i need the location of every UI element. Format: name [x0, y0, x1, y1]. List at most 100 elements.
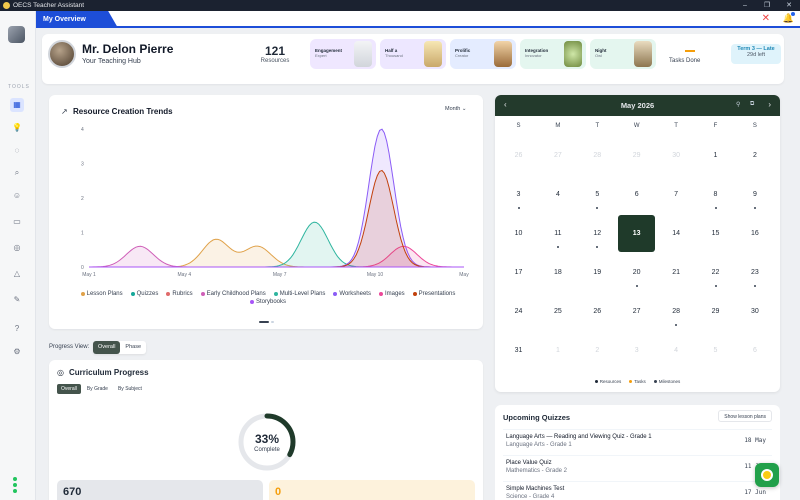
calendar-day[interactable]: 26: [578, 292, 617, 331]
calendar-day[interactable]: 11: [538, 214, 577, 253]
progress-view-toggle: Overall Phase: [93, 341, 147, 354]
calendar-day[interactable]: 4: [657, 331, 696, 370]
flask-icon[interactable]: △: [10, 267, 24, 281]
calendar-day[interactable]: 27: [538, 136, 577, 175]
legend-item[interactable]: Lesson Plans: [80, 291, 123, 297]
legend-item[interactable]: Quizzes: [130, 291, 158, 297]
calendar-day[interactable]: 14: [657, 214, 696, 253]
target-icon[interactable]: ◎: [10, 241, 24, 255]
calendar-day[interactable]: 4: [538, 175, 577, 214]
legend-page-active[interactable]: [259, 321, 269, 323]
badge-prolific-creator[interactable]: Prolific Creator: [450, 39, 516, 69]
series-line: [89, 128, 464, 268]
settings-icon[interactable]: ⚙: [10, 345, 24, 359]
chevron-right-icon[interactable]: ›: [768, 100, 771, 109]
tab-by-grade[interactable]: By Grade: [83, 384, 112, 394]
calendar-day[interactable]: 6: [735, 331, 774, 370]
calendar-day[interactable]: 27: [617, 292, 656, 331]
close-tab-icon[interactable]: ✕: [762, 13, 770, 24]
badge-night-owl[interactable]: Night Owl: [590, 39, 656, 69]
calendar-day[interactable]: 12: [578, 214, 617, 253]
calendar-day-number: 23: [750, 269, 759, 276]
calendar-day[interactable]: 31: [499, 331, 538, 370]
calendar-day[interactable]: 6: [617, 175, 656, 214]
close-window-icon[interactable]: ✕: [778, 0, 800, 11]
teacher-avatar: [48, 40, 76, 68]
calendar-day[interactable]: 25: [538, 292, 577, 331]
calendar-day[interactable]: 22: [696, 253, 735, 292]
calendar-day-today[interactable]: 13: [618, 215, 656, 252]
calendar-day[interactable]: 2: [578, 331, 617, 370]
calendar-day[interactable]: 30: [657, 136, 696, 175]
progress-view-overall[interactable]: Overall: [93, 341, 121, 354]
calendar-day[interactable]: 1: [696, 136, 735, 175]
calendar-day-number: 27: [553, 152, 562, 159]
tab-my-overview[interactable]: My Overview: [36, 11, 118, 28]
minimize-icon[interactable]: –: [734, 0, 756, 11]
calendar-day[interactable]: 8: [696, 175, 735, 214]
calendar-day[interactable]: 2: [735, 136, 774, 175]
show-lesson-plans-button[interactable]: Show lesson plans: [718, 410, 772, 422]
calendar-day[interactable]: 10: [499, 214, 538, 253]
calendar-day[interactable]: 16: [735, 214, 774, 253]
quiz-row[interactable]: Place Value Quiz Mathematics - Grade 2 1…: [503, 455, 772, 481]
calendar-day[interactable]: 21: [657, 253, 696, 292]
pencil-icon[interactable]: ✎: [10, 293, 24, 307]
legend-page[interactable]: [271, 321, 274, 323]
calendar-day[interactable]: 24: [499, 292, 538, 331]
legend-item[interactable]: Images: [378, 291, 405, 297]
calendar-day[interactable]: 5: [578, 175, 617, 214]
legend-item[interactable]: Storybooks: [249, 299, 286, 305]
calendar-day[interactable]: 20: [617, 253, 656, 292]
progress-view-phase[interactable]: Phase: [120, 341, 146, 354]
legend-swatch: [166, 292, 171, 296]
restore-icon[interactable]: ❐: [756, 0, 778, 11]
badge-half-a-thousand[interactable]: Half a Thousand: [380, 39, 446, 69]
badge-integration-innovator[interactable]: Integration Innovator: [520, 39, 586, 69]
lightbulb-icon[interactable]: ⚲: [736, 101, 740, 108]
tab-by-subject[interactable]: By Subject: [114, 384, 146, 394]
help-icon[interactable]: ?: [10, 322, 24, 336]
calendar-day[interactable]: 15: [696, 214, 735, 253]
calendar-day[interactable]: 23: [735, 253, 774, 292]
legend-item[interactable]: Early Childhood Plans: [200, 291, 266, 297]
lightbulb-icon[interactable]: 💡: [10, 121, 24, 135]
legend-item[interactable]: Multi-Level Plans: [273, 291, 325, 297]
term-status: Term 3 — Late 29d left: [731, 44, 781, 64]
legend-item[interactable]: Worksheets: [333, 291, 371, 297]
calendar-day[interactable]: 29: [617, 136, 656, 175]
calendar-day[interactable]: 5: [696, 331, 735, 370]
calendar-day[interactable]: 28: [578, 136, 617, 175]
user-icon[interactable]: ☺: [10, 189, 24, 203]
quiz-row[interactable]: Simple Machines Test Science - Grade 4 1…: [503, 481, 772, 500]
calendar-day[interactable]: 26: [499, 136, 538, 175]
calendar-day[interactable]: 7: [657, 175, 696, 214]
search-icon[interactable]: ⌕: [10, 166, 24, 180]
copy-icon[interactable]: ⧉: [750, 101, 754, 108]
badge-engagement-expert[interactable]: Engagement Expert: [310, 39, 376, 69]
sidebar-avatar[interactable]: [8, 26, 25, 43]
legend-item[interactable]: Rubrics: [166, 291, 193, 297]
calendar-header: ‹ May 2026 ⚲ ⧉ ›: [495, 95, 780, 116]
tab-overall[interactable]: Overall: [57, 384, 81, 394]
chat-icon[interactable]: ◌: [10, 144, 24, 158]
assistant-fab-button[interactable]: [755, 463, 779, 487]
calendar-day[interactable]: 28: [657, 292, 696, 331]
calendar-day[interactable]: 18: [538, 253, 577, 292]
calendar-legend-item: Resources: [594, 379, 621, 384]
calendar-day[interactable]: 1: [538, 331, 577, 370]
calendar-day[interactable]: 17: [499, 253, 538, 292]
calendar-day[interactable]: 29: [696, 292, 735, 331]
calendar-day[interactable]: 3: [617, 331, 656, 370]
quiz-row[interactable]: Language Arts — Reading and Viewing Quiz…: [503, 429, 772, 455]
calendar-day[interactable]: 30: [735, 292, 774, 331]
legend-item[interactable]: Presentations: [412, 291, 455, 297]
calendar-day[interactable]: 9: [735, 175, 774, 214]
weekday-label: F: [713, 123, 718, 129]
calendar-day-number: 6: [752, 347, 757, 354]
calendar-day-number: 3: [516, 191, 521, 198]
dashboard-icon[interactable]: ▦: [10, 98, 24, 112]
calendar-day[interactable]: 3: [499, 175, 538, 214]
calendar-day[interactable]: 19: [578, 253, 617, 292]
book-icon[interactable]: ▭: [10, 215, 24, 229]
